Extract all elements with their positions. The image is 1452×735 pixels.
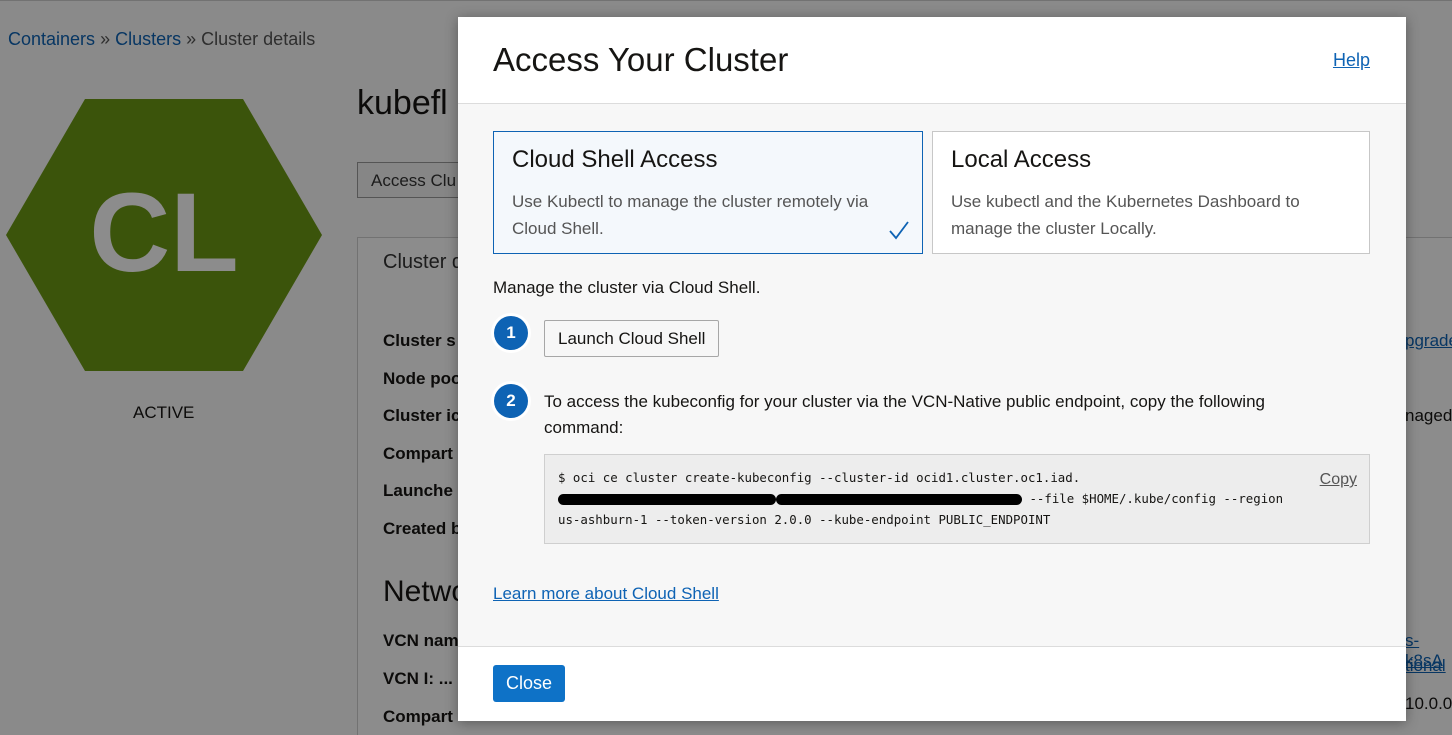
redacted-mark (558, 494, 776, 505)
learn-more-cloud-shell-link[interactable]: Learn more about Cloud Shell (493, 584, 719, 604)
dialog-title: Access Your Cluster (493, 41, 789, 78)
option-title: Local Access (951, 146, 1092, 173)
step-1-badge: 1 (494, 316, 528, 350)
close-button[interactable]: Close (493, 665, 565, 702)
help-link[interactable]: Help (1333, 50, 1370, 71)
checkmark-icon (889, 221, 909, 240)
copy-command-link[interactable]: Copy (1320, 469, 1357, 490)
kubeconfig-command-block: $ oci ce cluster create-kubeconfig --clu… (544, 454, 1370, 544)
step-2-badge: 2 (494, 384, 528, 418)
manage-instruction: Manage the cluster via Cloud Shell. (493, 278, 761, 297)
option-description: Use kubectl and the Kubernetes Dashboard… (951, 192, 1300, 238)
launch-cloud-shell-button[interactable]: Launch Cloud Shell (544, 320, 720, 357)
option-description: Use Kubectl to manage the cluster remote… (512, 192, 869, 238)
option-title: Cloud Shell Access (512, 146, 718, 173)
dialog-footer: Close (458, 646, 1406, 721)
dialog-header: Access Your Cluster Help (458, 17, 1406, 104)
command-text-part1: $ oci ce cluster create-kubeconfig --clu… (558, 470, 1081, 485)
step-2-instruction: To access the kubeconfig for your cluste… (544, 392, 1265, 437)
redacted-mark (776, 494, 1022, 505)
access-cluster-dialog: Access Your Cluster Help Cloud Shell Acc… (458, 17, 1406, 721)
local-access-option[interactable]: Local Access Use kubectl and the Kuberne… (932, 131, 1370, 254)
cloud-shell-access-option[interactable]: Cloud Shell Access Use Kubectl to manage… (493, 131, 923, 254)
